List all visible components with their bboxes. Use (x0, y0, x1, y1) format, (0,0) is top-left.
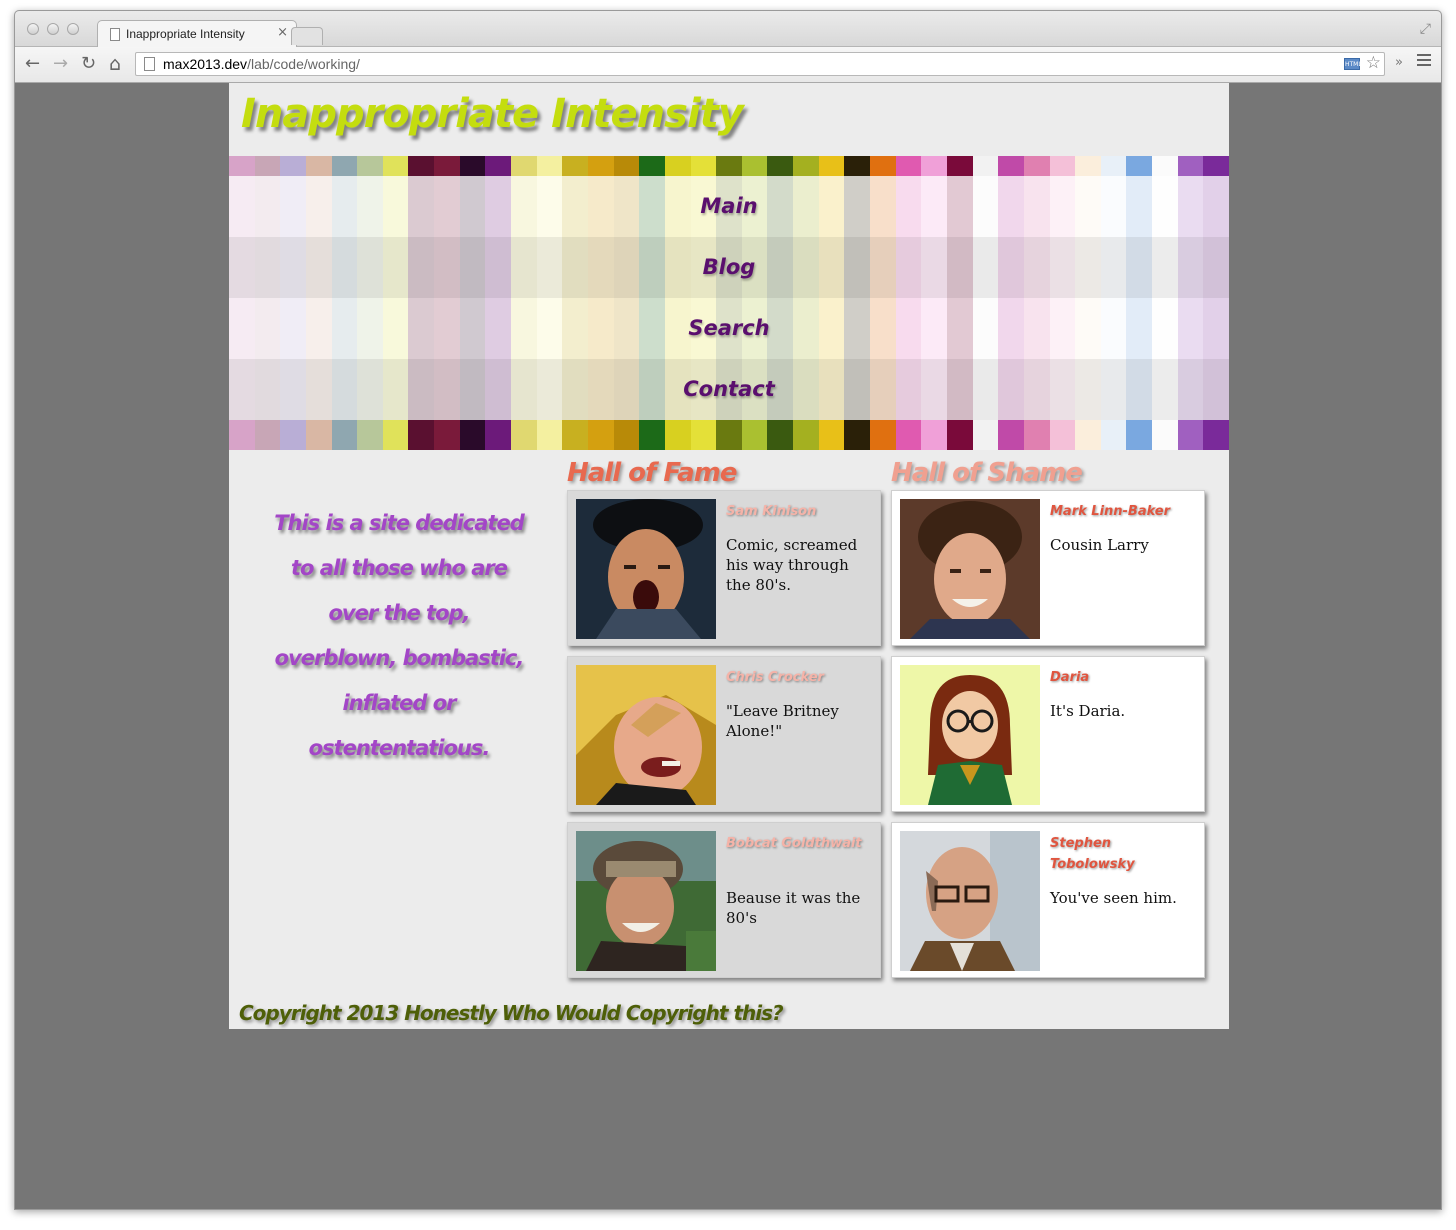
address-bar[interactable]: max2013.dev/lab/code/working/ HTML ☆ (135, 52, 1385, 76)
browser-tab[interactable]: Inappropriate Intensity × (97, 20, 297, 48)
photo-mark-linn-baker (900, 499, 1040, 639)
close-tab-icon[interactable]: × (277, 25, 288, 40)
photo-bobcat-goldthwait (576, 831, 716, 971)
entry-name: Daria (1050, 670, 1090, 685)
nav-search-link[interactable]: Search (229, 298, 1229, 359)
hall-of-shame-title: Hall of Shame (891, 458, 1083, 488)
entry-description: Cousin Larry (1050, 536, 1149, 554)
web-page: Inappropriate Intensity Main Blog Search… (229, 83, 1229, 1029)
url-text: max2013.dev/lab/code/working/ (163, 56, 360, 72)
back-button[interactable]: ← (25, 53, 40, 75)
zoom-window-button[interactable] (67, 23, 79, 35)
browser-titlebar: Inappropriate Intensity × ⤢ (15, 11, 1441, 48)
entry-name: Mark Linn-Baker (1050, 504, 1171, 519)
document-icon (110, 28, 120, 41)
hall-of-fame-title: Hall of Fame (567, 458, 737, 488)
entry-description: Beause it was the 80's (726, 889, 861, 927)
footer-copyright: Copyright 2013 Honestly Who Would Copyri… (239, 1001, 784, 1025)
nav-main-link[interactable]: Main (229, 176, 1229, 237)
entry-name: Bobcat Goldthwait (726, 836, 862, 851)
browser-toolbar: ← → ↻ ⌂ max2013.dev/lab/code/working/ HT… (15, 47, 1441, 83)
url-path: /lab/code/working/ (247, 56, 360, 72)
nav-contact-link[interactable]: Contact (229, 359, 1229, 420)
fame-card: Chris Crocker "Leave Britney Alone!" (567, 656, 881, 812)
fullscreen-icon[interactable]: ⤢ (1420, 21, 1431, 37)
entry-name: Stephen Tobolowsky (1050, 836, 1135, 872)
reload-button[interactable]: ↻ (81, 53, 96, 75)
shame-card: Stephen Tobolowsky You've seen him. (891, 822, 1205, 978)
browser-window: Inappropriate Intensity × ⤢ ← → ↻ ⌂ max2… (14, 10, 1442, 1210)
photo-sam-kinison (576, 499, 716, 639)
site-title: Inappropriate Intensity (241, 91, 744, 137)
tab-title: Inappropriate Intensity (126, 27, 245, 41)
entry-description: Comic, screamed his way through the 80's… (726, 536, 858, 594)
nav-blog-link[interactable]: Blog (229, 237, 1229, 298)
photo-chris-crocker (576, 665, 716, 805)
forward-button[interactable]: → (53, 53, 68, 75)
entry-description: It's Daria. (1050, 702, 1126, 720)
extensions-chevron-icon[interactable]: » (1395, 55, 1403, 70)
close-window-button[interactable] (27, 23, 39, 35)
bookmark-star-icon[interactable]: ☆ (1366, 53, 1381, 73)
photo-daria (900, 665, 1040, 805)
fame-card: Bobcat Goldthwait Beause it was the 80's (567, 822, 881, 978)
home-button[interactable]: ⌂ (109, 53, 121, 75)
html5-icon[interactable]: HTML (1344, 58, 1362, 70)
entry-description: You've seen him. (1050, 889, 1177, 907)
menu-icon[interactable] (1417, 54, 1431, 69)
shame-card: Daria It's Daria. (891, 656, 1205, 812)
page-icon (144, 57, 155, 71)
url-host: max2013.dev (163, 56, 248, 72)
entry-description: "Leave Britney Alone!" (726, 702, 839, 740)
entry-name: Sam Kinison (726, 504, 817, 519)
main-navigation: Main Blog Search Contact (229, 156, 1229, 450)
shame-card: Mark Linn-Baker Cousin Larry (891, 490, 1205, 646)
entry-name: Chris Crocker (726, 670, 824, 685)
new-tab-button[interactable] (291, 27, 323, 45)
intro-text: This is a site dedicated to all those wh… (274, 511, 525, 760)
minimize-window-button[interactable] (47, 23, 59, 35)
fame-card: Sam Kinison Comic, screamed his way thro… (567, 490, 881, 646)
photo-stephen-tobolowsky (900, 831, 1040, 971)
